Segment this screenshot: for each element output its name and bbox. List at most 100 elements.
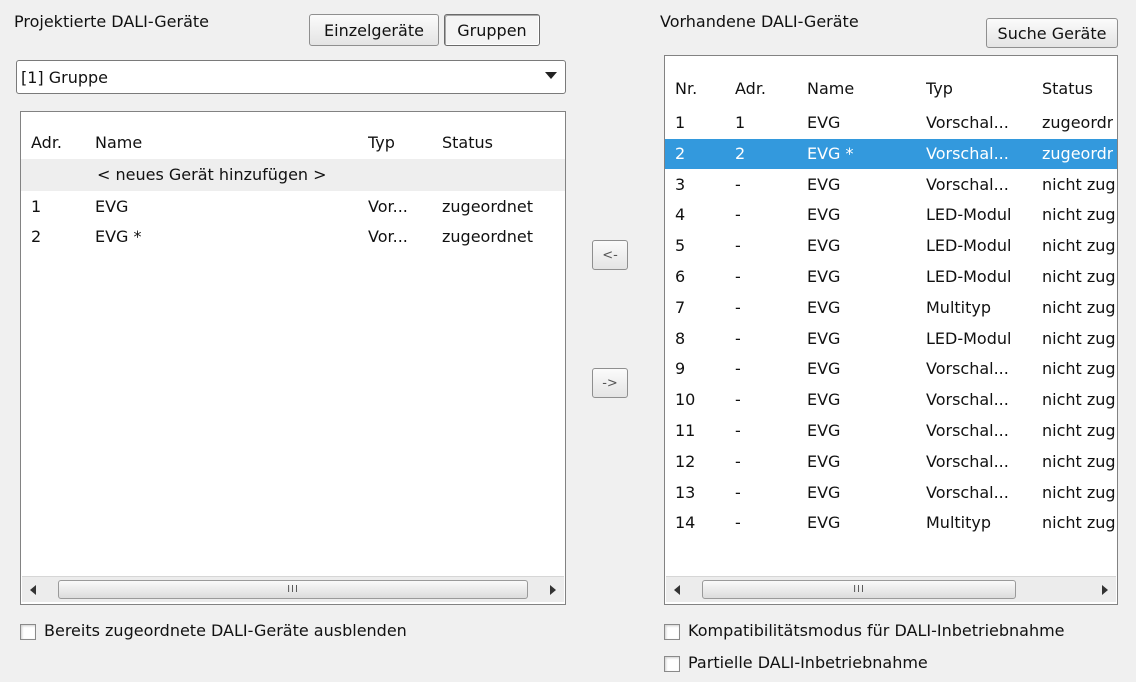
cell-nr: 13 (675, 482, 696, 502)
column-header-nr[interactable]: Nr. (675, 73, 697, 105)
chevron-down-icon (545, 72, 557, 79)
scroll-left-icon[interactable] (674, 585, 680, 595)
cell-name: EVG (807, 174, 841, 194)
table-row[interactable]: 1 1 EVG Vorschal... zugeordr (665, 108, 1117, 138)
add-device-row[interactable]: < neues Gerät hinzufügen > (21, 159, 565, 191)
scroll-right-icon[interactable] (550, 585, 556, 595)
table-row[interactable]: 4 - EVG LED-Modul nicht zug (665, 200, 1117, 230)
column-header-typ[interactable]: Typ (368, 127, 395, 159)
cell-typ: LED-Modul (926, 267, 1012, 286)
cell-name: EVG (95, 197, 129, 216)
cell-typ: Vorschal... (926, 113, 1009, 132)
table-row[interactable]: 11 - EVG Vorschal... nicht zug (665, 416, 1117, 446)
cell-nr: 9 (675, 359, 686, 379)
scroll-right-icon[interactable] (1102, 585, 1108, 595)
available-devices-list[interactable]: Nr. Adr. Name Typ Status 1 1 EVG Vorschal..… (664, 55, 1118, 605)
horizontal-scrollbar[interactable]: III (666, 576, 1116, 602)
cell-adr: 2 (735, 143, 746, 163)
cell-name: EVG (807, 297, 841, 317)
group-select-value: [1] Gruppe (21, 67, 109, 87)
cell-name: EVG (807, 113, 841, 132)
cell-nr: 11 (675, 421, 696, 440)
cell-typ: Vorschal... (926, 359, 1009, 379)
group-select[interactable]: [1] Gruppe (16, 60, 566, 94)
table-row[interactable]: 7 - EVG Multityp nicht zug (665, 293, 1117, 323)
cell-typ: Vorschal... (926, 174, 1009, 194)
table-row[interactable]: 14 - EVG Multityp nicht zug (665, 508, 1117, 538)
cell-name: EVG (807, 328, 841, 348)
hide-assigned-label: Bereits zugeordnete DALI-Geräte ausblend… (44, 621, 407, 640)
cell-nr: 12 (675, 451, 696, 471)
table-row[interactable]: 6 - EVG LED-Modul nicht zug (665, 262, 1117, 292)
cell-adr: 1 (735, 113, 746, 132)
table-row[interactable]: 12 - EVG Vorschal... nicht zug (665, 447, 1117, 477)
cell-adr: - (735, 359, 741, 379)
partial-commissioning-checkbox[interactable] (664, 656, 680, 672)
search-devices-button[interactable]: Suche Geräte (986, 18, 1118, 48)
cell-nr: 1 (675, 113, 686, 132)
cell-name: EVG (807, 451, 841, 471)
scroll-thumb[interactable]: III (58, 580, 528, 599)
move-right-button[interactable]: -> (592, 368, 628, 398)
cell-name: EVG * (807, 143, 854, 163)
cell-name: EVG (807, 205, 841, 225)
cell-typ: LED-Modul (926, 236, 1012, 256)
table-row[interactable]: 9 - EVG Vorschal... nicht zug (665, 354, 1117, 384)
cell-typ: Multityp (926, 513, 992, 533)
left-panel-title: Projektierte DALI-Geräte (14, 12, 209, 31)
horizontal-scrollbar[interactable]: III (22, 576, 564, 602)
table-row[interactable]: 8 - EVG LED-Modul nicht zug (665, 324, 1117, 354)
cell-adr: 2 (31, 227, 42, 246)
cell-adr: - (735, 390, 741, 410)
column-header-status[interactable]: Status (1042, 73, 1093, 105)
cell-status: nicht zug (1042, 390, 1116, 410)
cell-adr: - (735, 482, 741, 502)
cell-status: zugeordnet (442, 197, 534, 216)
cell-nr: 7 (675, 297, 686, 317)
cell-name: EVG (807, 421, 841, 440)
einzelgeraete-button[interactable]: Einzelgeräte (309, 14, 439, 46)
column-header-name[interactable]: Name (807, 73, 854, 105)
cell-nr: 2 (675, 143, 686, 163)
cell-nr: 14 (675, 513, 696, 533)
move-left-button[interactable]: <- (592, 240, 628, 270)
cell-adr: - (735, 513, 741, 533)
cell-status: nicht zug (1042, 513, 1116, 533)
column-header-adr[interactable]: Adr. (31, 127, 62, 159)
compat-mode-checkbox[interactable] (664, 624, 680, 640)
grip-icon: III (287, 584, 299, 595)
cell-name: EVG (807, 390, 841, 410)
cell-name: EVG * (95, 227, 142, 246)
cell-typ: Vor... (368, 227, 408, 246)
table-row[interactable]: 1 EVG Vor... zugeordnet (21, 191, 565, 223)
cell-typ: Vorschal... (926, 451, 1009, 471)
gruppen-button[interactable]: Gruppen (444, 14, 540, 46)
projected-devices-list[interactable]: Adr. Name Typ Status < neues Gerät hinzu… (20, 111, 566, 605)
cell-status: nicht zug (1042, 328, 1116, 348)
scroll-thumb[interactable]: III (702, 580, 1016, 599)
table-row[interactable]: 5 - EVG LED-Modul nicht zug (665, 231, 1117, 261)
scroll-left-icon[interactable] (30, 585, 36, 595)
table-row[interactable]: 2 EVG * Vor... zugeordnet (21, 221, 565, 253)
column-header-typ[interactable]: Typ (926, 73, 953, 105)
table-row[interactable]: 13 - EVG Vorschal... nicht zug (665, 478, 1117, 508)
cell-typ: Vorschal... (926, 482, 1009, 502)
table-row[interactable]: 3 - EVG Vorschal... nicht zug (665, 170, 1117, 200)
list-header: Adr. Name Typ Status (21, 127, 565, 159)
cell-name: EVG (807, 267, 841, 286)
column-header-status[interactable]: Status (442, 127, 493, 159)
column-header-name[interactable]: Name (95, 127, 142, 159)
cell-nr: 10 (675, 390, 696, 410)
partial-commissioning-label: Partielle DALI-Inbetriebnahme (688, 653, 928, 672)
table-row[interactable]: 10 - EVG Vorschal... nicht zug (665, 385, 1117, 415)
cell-name: EVG (807, 236, 841, 256)
cell-typ: Multityp (926, 297, 992, 317)
cell-status: nicht zug (1042, 451, 1116, 471)
column-header-adr[interactable]: Adr. (735, 73, 766, 105)
right-panel-title: Vorhandene DALI-Geräte (660, 12, 859, 31)
cell-status: zugeordr (1042, 143, 1114, 163)
hide-assigned-checkbox[interactable] (20, 624, 36, 640)
cell-nr: 6 (675, 267, 686, 286)
list-header: Nr. Adr. Name Typ Status (665, 73, 1117, 105)
table-row[interactable]: 2 2 EVG * Vorschal... zugeordr (665, 138, 1117, 169)
